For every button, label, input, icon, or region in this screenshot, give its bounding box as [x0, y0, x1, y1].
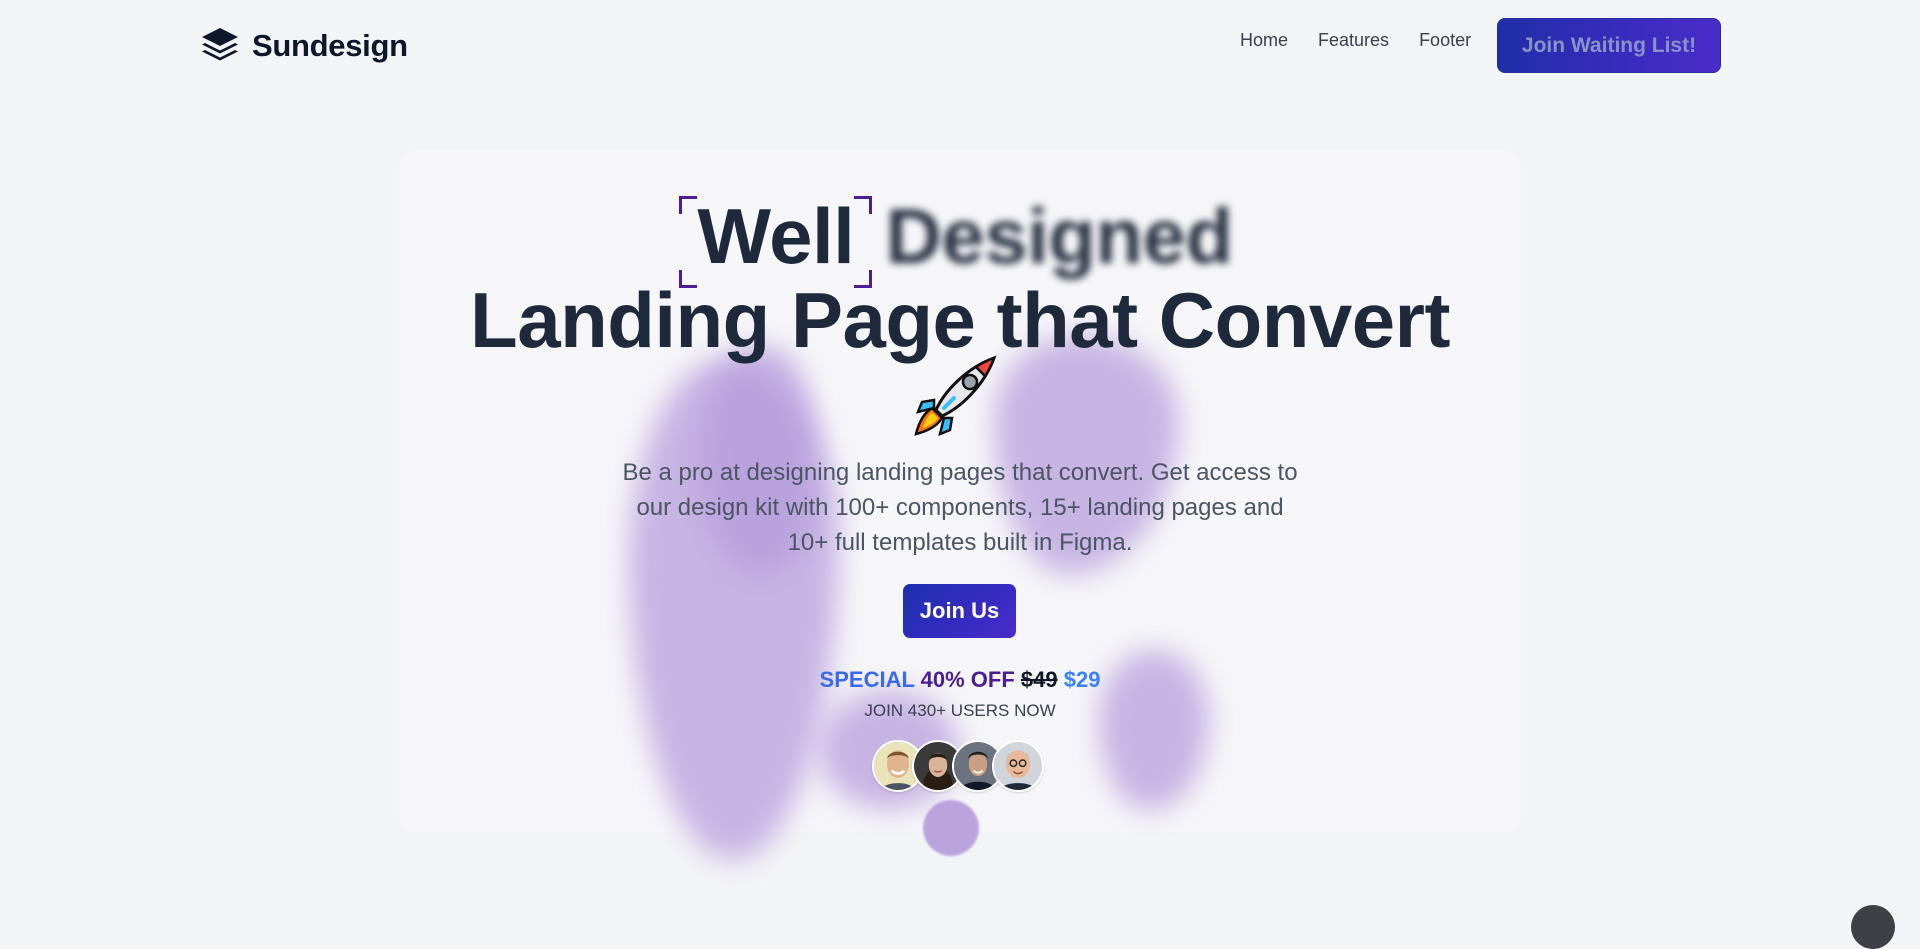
- rocket-icon: [910, 350, 1002, 442]
- special-offer: SPECIAL 40% OFF $49 $29: [399, 667, 1521, 693]
- offer-discount: 40% OFF: [920, 667, 1015, 692]
- floating-chat-button[interactable]: [1851, 905, 1895, 949]
- headline-highlight-word: Well: [679, 194, 873, 288]
- hero-description: Be a pro at designing landing pages that…: [399, 455, 1521, 560]
- offer-new-price: $29: [1063, 667, 1101, 692]
- nav-link-footer[interactable]: Footer: [1419, 30, 1471, 51]
- hero-card: Well Designed Landing Page that Convert …: [399, 150, 1521, 860]
- join-us-button[interactable]: Join Us: [903, 584, 1016, 638]
- nav-link-features[interactable]: Features: [1318, 30, 1389, 51]
- avatar-group: [872, 740, 1044, 796]
- hero-description-line: our design kit with 100+ components, 15+…: [636, 494, 1284, 521]
- user-count-text: JOIN 430+ USERS NOW: [864, 701, 1056, 720]
- headline-blurred-word: Designed: [885, 192, 1234, 280]
- brand-name: Sundesign: [252, 28, 408, 63]
- nav-link-home[interactable]: Home: [1240, 30, 1288, 51]
- brand-logo[interactable]: Sundesign: [198, 22, 408, 70]
- selection-corner: [679, 270, 698, 288]
- hero-headline: Well Designed Landing Page that Convert: [399, 194, 1521, 362]
- selection-corner: [679, 196, 698, 214]
- decorative-dot: [923, 800, 979, 856]
- nav-links: Home Features Footer: [1240, 30, 1471, 51]
- hero-description-line: 10+ full templates built in Figma.: [787, 529, 1133, 556]
- top-nav: Sundesign Home Features Footer Join Wait…: [0, 0, 1920, 92]
- hero-description-line: Be a pro at designing landing pages that…: [622, 459, 1298, 486]
- join-waiting-list-button[interactable]: Join Waiting List!: [1497, 18, 1721, 73]
- avatar: [992, 740, 1044, 792]
- selection-corner: [854, 196, 873, 214]
- offer-special-label: SPECIAL: [819, 667, 915, 692]
- selection-corner: [854, 270, 873, 288]
- offer-old-price: $49: [1020, 667, 1058, 692]
- layers-icon: [198, 24, 242, 68]
